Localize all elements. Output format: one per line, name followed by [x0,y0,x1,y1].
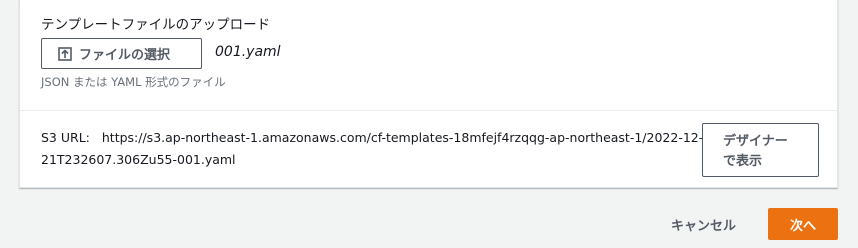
s3-url-row: S3 URL: https://s3.ap-northeast-1.amazona… [41,127,705,171]
cancel-button[interactable]: キャンセル [657,208,750,240]
next-button[interactable]: 次へ [768,208,838,240]
view-in-designer-label: デザイナーで表示 [723,133,788,168]
divider [20,110,837,111]
view-in-designer-button[interactable]: デザイナーで表示 [702,123,819,177]
s3-url-label: S3 URL: [41,130,90,145]
choose-file-label: ファイルの選択 [79,47,171,62]
template-upload-panel: テンプレートファイルのアップロード ファイルの選択 001.yaml JSON … [19,0,838,188]
choose-file-button[interactable]: ファイルの選択 [41,38,202,69]
file-format-hint: JSON または YAML 形式のファイル [41,75,226,89]
upload-icon [58,46,72,61]
s3-url-value: https://s3.ap-northeast-1.amazonaws.com/… [41,130,704,167]
upload-label: テンプレートファイルのアップロード [41,17,271,33]
selected-file-name: 001.yaml [215,44,281,60]
